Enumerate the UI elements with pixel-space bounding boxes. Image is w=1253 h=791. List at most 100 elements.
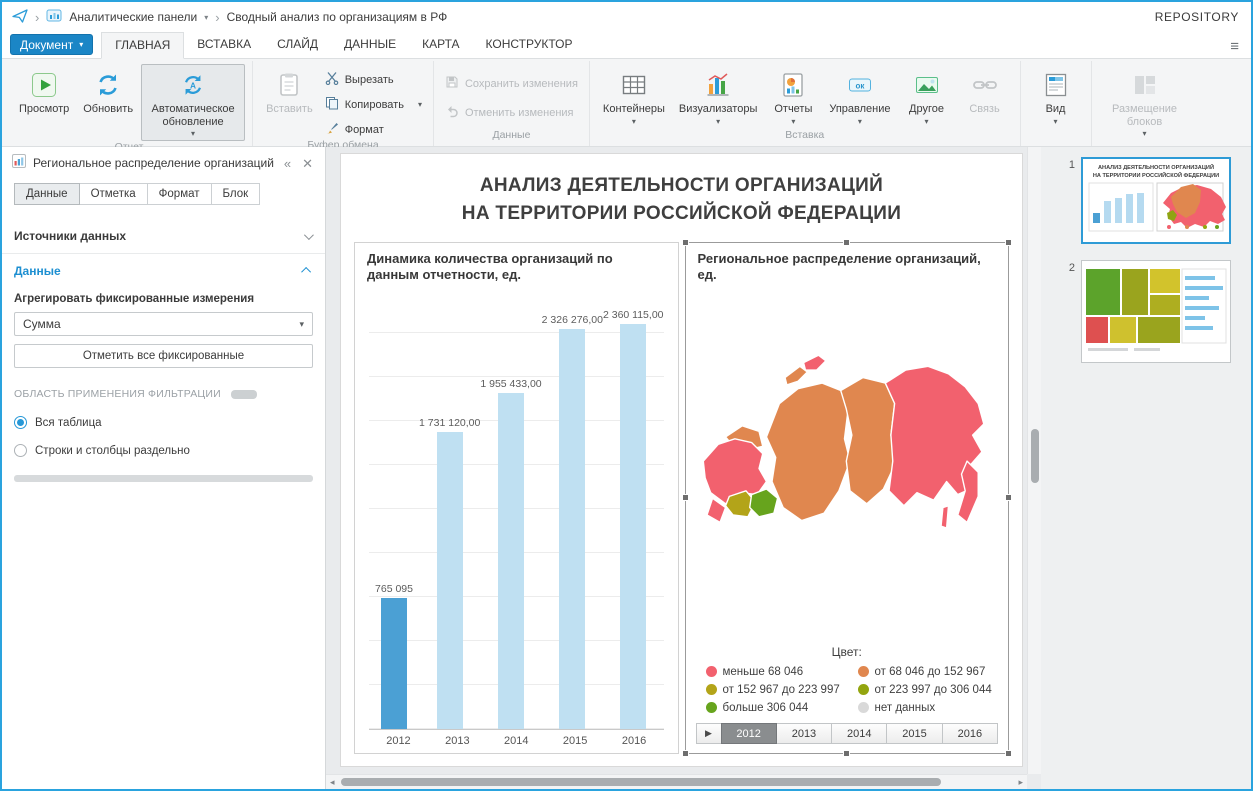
year-button-2012[interactable]: 2012 — [720, 723, 777, 744]
panel-tab-Отметка[interactable]: Отметка — [78, 183, 148, 205]
save-changes-button[interactable]: Сохранить изменения — [441, 74, 582, 93]
radio-option[interactable]: Строки и столбцы раздельно — [14, 444, 313, 457]
selection-handle[interactable] — [1005, 494, 1012, 501]
panel-title: Региональное распределение организаций — [33, 156, 274, 170]
slide-thumbnail-2[interactable] — [1081, 260, 1231, 363]
aggregate-select[interactable]: Сумма ▾ — [14, 312, 313, 336]
repository-label[interactable]: REPOSITORY — [1155, 10, 1239, 24]
scroll-right-icon[interactable]: ▸ — [1018, 776, 1023, 789]
selection-handle[interactable] — [842, 750, 850, 757]
panel-tab-Блок[interactable]: Блок — [210, 183, 261, 205]
selection-handle[interactable] — [681, 494, 689, 501]
mark-all-fixed-button[interactable]: Отметить все фиксированные — [14, 344, 313, 368]
management-button[interactable]: ок Управление ▾ — [823, 64, 896, 129]
breadcrumb-item-panels[interactable]: Аналитические панели — [69, 10, 197, 24]
map-year-control: ▶ 2012 2013 2014 2015 2016 — [695, 723, 999, 744]
ribbon-tab-ДАННЫЕ[interactable]: ДАННЫЕ — [331, 32, 409, 58]
bar-column[interactable]: 1 731 120,00 — [419, 300, 480, 729]
horizontal-scrollbar-handle[interactable] — [341, 778, 941, 786]
block-layout-button[interactable]: Размещение блоков ▾ — [1099, 64, 1191, 141]
selection-handle[interactable] — [681, 239, 689, 246]
slide[interactable]: АНАЛИЗ ДЕЯТЕЛЬНОСТИ ОРГАНИЗАЦИЙ НА ТЕРРИ… — [340, 153, 1023, 767]
panel-tab-Формат[interactable]: Формат — [146, 183, 212, 205]
slide-thumbnails-panel: 1 АНАЛИЗ ДЕЯТЕЛЬНОСТИ ОРГАНИЗАЦИЙ НА ТЕР… — [1041, 147, 1251, 789]
close-panel-icon[interactable]: ✕ — [300, 157, 315, 170]
breadcrumb-caret-icon[interactable]: ▾ — [204, 13, 208, 22]
grid-icon — [620, 70, 648, 100]
chevron-up-icon — [301, 266, 312, 277]
vertical-scrollbar[interactable] — [1027, 147, 1041, 774]
bar-column[interactable]: 2 326 276,00 — [542, 300, 603, 729]
copy-button[interactable]: Копировать ▾ — [321, 95, 426, 114]
section-data-sources[interactable]: Источники данных — [2, 219, 325, 253]
section-data[interactable]: Данные — [2, 253, 325, 287]
refresh-icon — [94, 70, 122, 100]
slide-thumbnail-1[interactable]: АНАЛИЗ ДЕЯТЕЛЬНОСТИ ОРГАНИЗАЦИЙ НА ТЕРРИ… — [1081, 157, 1231, 244]
auto-refresh-button[interactable]: A Автоматическое обновление ▾ — [141, 64, 246, 142]
breadcrumb-item-document[interactable]: Сводный анализ по организациям в РФ — [227, 10, 448, 24]
format-button[interactable]: Формат — [321, 120, 426, 139]
view-button[interactable]: Вид ▾ — [1028, 64, 1084, 129]
thumb-title-line1: АНАЛИЗ ДЕЯТЕЛЬНОСТИ ОРГАНИЗАЦИЙ — [1098, 163, 1214, 171]
bar-column[interactable]: 1 955 433,00 — [480, 300, 542, 729]
other-button[interactable]: Другое ▾ — [899, 64, 955, 129]
year-button-2014[interactable]: 2014 — [831, 723, 888, 744]
russia-map[interactable] — [686, 286, 1009, 644]
selection-handle[interactable] — [1005, 239, 1012, 246]
year-button-2016[interactable]: 2016 — [941, 723, 998, 744]
document-menu-button[interactable]: Документ ▾ — [10, 34, 94, 55]
panel-radios: Вся таблица Строки и столбцы раздельно — [14, 416, 313, 457]
preview-button[interactable]: Просмотр — [13, 64, 75, 141]
canvas: АНАЛИЗ ДЕЯТЕЛЬНОСТИ ОРГАНИЗАЦИЙ НА ТЕРРИ… — [326, 147, 1041, 789]
menu-icon[interactable]: ≡ — [1230, 39, 1239, 54]
bar-column[interactable]: 765 095 — [369, 300, 419, 729]
svg-text:A: A — [190, 80, 196, 90]
chevron-down-icon: ▾ — [857, 116, 862, 126]
paste-button[interactable]: Вставить — [260, 64, 319, 139]
dashboards-icon — [46, 8, 62, 26]
ribbon-tab-ВСТАВКА[interactable]: ВСТАВКА — [184, 32, 264, 58]
panel-tab-Данные[interactable]: Данные — [14, 183, 80, 205]
ribbon-tab-ГЛАВНАЯ[interactable]: ГЛАВНАЯ — [101, 32, 185, 59]
ribbon-group-view: Вид ▾ — [1021, 61, 1092, 146]
selection-handle[interactable] — [681, 750, 689, 757]
map-block[interactable]: Региональное распределение организаций, … — [681, 239, 1012, 757]
vertical-scrollbar-handle[interactable] — [1030, 429, 1039, 484]
selection-handle[interactable] — [842, 239, 850, 246]
undo-changes-button[interactable]: Отменить изменения — [441, 103, 582, 122]
chevron-down-icon — [303, 229, 314, 240]
radio-option[interactable]: Вся таблица — [14, 416, 313, 429]
play-button[interactable]: ▶ — [695, 723, 722, 744]
group-label-data: Данные — [492, 129, 531, 141]
link-button[interactable]: Связь — [957, 64, 1013, 129]
year-button-2013[interactable]: 2013 — [775, 723, 833, 744]
x-axis-label: 2014 — [504, 735, 529, 747]
collapse-panel-icon[interactable]: « — [282, 157, 293, 170]
horizontal-scrollbar[interactable]: ◂ ▸ — [326, 774, 1027, 789]
group-label-view — [1021, 129, 1091, 146]
bar-chart-block[interactable]: Динамика количества организаций по данны… — [354, 242, 679, 754]
ribbon-tab-СЛАЙД[interactable]: СЛАЙД — [264, 32, 331, 58]
scroll-left-icon[interactable]: ◂ — [330, 776, 335, 789]
app-logo-icon[interactable] — [12, 8, 28, 26]
visualizers-label: Визуализаторы — [678, 103, 758, 115]
bar-column[interactable]: 2 360 115,00 — [603, 300, 664, 729]
visualizers-button[interactable]: Визуализаторы ▾ — [673, 64, 763, 129]
ribbon-tab-КОНСТРУКТОР[interactable]: КОНСТРУКТОР — [473, 32, 586, 58]
refresh-button[interactable]: Обновить — [77, 64, 139, 141]
reports-button[interactable]: Отчеты ▾ — [765, 64, 821, 129]
ribbon-tab-КАРТА[interactable]: КАРТА — [409, 32, 472, 58]
panel-scrollbar[interactable] — [14, 475, 313, 482]
map-legend-items: меньше 68 046 от 68 046 до 152 967 от 152 … — [705, 663, 1003, 716]
panel-tabs: Данные Отметка Формат Блок — [14, 183, 313, 205]
selection-handle[interactable] — [1005, 750, 1012, 757]
year-button-2015[interactable]: 2015 — [886, 723, 943, 744]
filter-scope-indicator[interactable] — [230, 389, 257, 399]
legend-title: Цвет: — [831, 645, 862, 659]
chevron-down-icon: ▾ — [716, 116, 721, 126]
cut-button[interactable]: Вырезать — [321, 70, 426, 89]
thumbnail-number: 1 — [1068, 159, 1075, 171]
block-layout-label: Размещение блоков — [1111, 103, 1178, 128]
containers-button[interactable]: Контейнеры ▾ — [597, 64, 671, 129]
legend-label: от 68 046 до 152 967 — [874, 665, 986, 678]
